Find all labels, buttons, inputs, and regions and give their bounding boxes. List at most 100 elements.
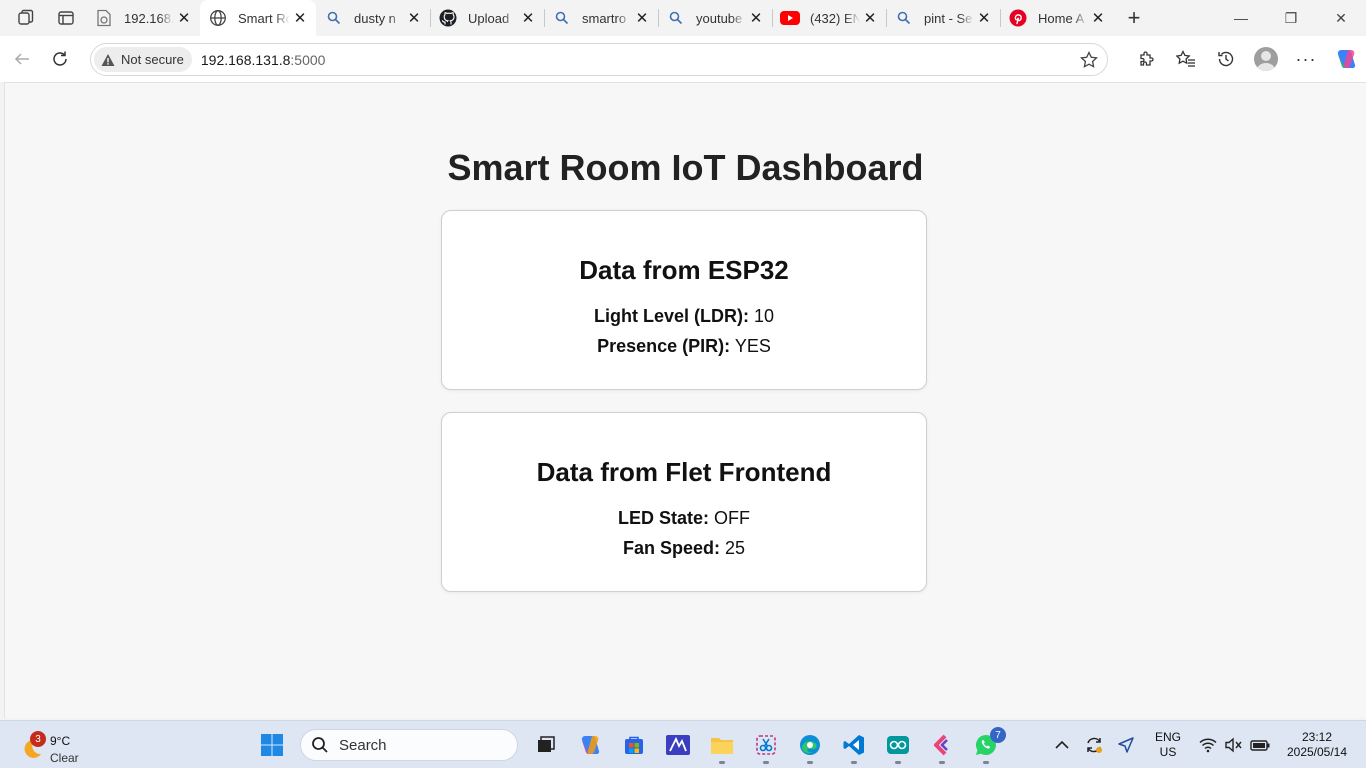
chevron-up-icon[interactable] [1046, 725, 1078, 765]
edge-browser-icon[interactable] [788, 725, 832, 765]
weather-widget[interactable]: 3 9°C Clear [18, 727, 88, 765]
whatsapp-badge: 7 [990, 727, 1006, 743]
clock-time: 23:12 [1301, 730, 1333, 744]
address-bar[interactable]: Not secure 192.168.131.8:5000 [90, 43, 1108, 76]
vertical-tabs-icon[interactable] [46, 0, 86, 36]
tab[interactable]: smartro ✕ [544, 0, 658, 36]
tab-title: youtube [696, 10, 743, 26]
tab[interactable]: youtube ✕ [658, 0, 772, 36]
favorites-icon[interactable] [1166, 40, 1206, 78]
clock-date: 2025/05/14 [1286, 745, 1348, 759]
row-label: LED State: [617, 508, 709, 528]
flet-frontend-card: Data from Flet Frontend LED State: OFF F… [441, 412, 927, 592]
tab[interactable]: 192.168. ✕ [86, 0, 200, 36]
location-arrow-icon[interactable] [1110, 725, 1142, 765]
toolbar-right: ··· [1126, 40, 1366, 78]
start-button[interactable] [250, 725, 294, 765]
history-icon[interactable] [1206, 40, 1246, 78]
microsoft-store-icon[interactable] [612, 725, 656, 765]
taskbar-apps: Search 7 [250, 725, 1008, 765]
system-tray: ENG US 23:12 2025/05/14 [1046, 721, 1366, 768]
light-level-row: Light Level (LDR): 10 [442, 306, 926, 326]
flet-app-icon[interactable] [920, 725, 964, 765]
close-icon[interactable]: ✕ [174, 8, 194, 28]
url-text[interactable]: 192.168.131.8:5000 [201, 52, 326, 68]
weather-condition: Clear [50, 751, 79, 765]
arduino-icon[interactable] [876, 725, 920, 765]
close-window-icon[interactable]: ✕ [1316, 0, 1366, 36]
close-icon[interactable]: ✕ [860, 8, 880, 28]
led-state-row: LED State: OFF [442, 508, 926, 528]
avatar-icon [1254, 47, 1278, 71]
language-indicator[interactable]: ENG US [1142, 730, 1194, 760]
close-icon[interactable]: ✕ [1088, 8, 1108, 28]
tab[interactable]: (432) EN ✕ [772, 0, 886, 36]
close-icon[interactable]: ✕ [290, 8, 310, 28]
tab-strip: 192.168. ✕ Smart Ro ✕ dusty n ✕ Upload ✕… [0, 0, 1366, 36]
back-icon[interactable] [3, 40, 41, 78]
page-viewport: Smart Room IoT Dashboard Data from ESP32… [4, 82, 1366, 718]
running-indicator [851, 761, 857, 764]
editor-app-icon[interactable] [656, 725, 700, 765]
esp32-card: Data from ESP32 Light Level (LDR): 10 Pr… [441, 210, 927, 390]
tab[interactable]: pint - Se ✕ [886, 0, 1000, 36]
led-state-value: OFF [714, 508, 751, 528]
restore-icon[interactable]: ❐ [1266, 0, 1316, 36]
security-label: Not secure [121, 52, 184, 67]
extensions-icon[interactable] [1126, 40, 1166, 78]
running-indicator [895, 761, 901, 764]
fan-speed-row: Fan Speed: 25 [442, 538, 926, 558]
windows-taskbar: 3 9°C Clear Search 7 ENG US 23:12 2025/0… [0, 720, 1366, 768]
close-icon[interactable]: ✕ [632, 8, 652, 28]
region-code: US [1159, 745, 1177, 759]
minimize-icon[interactable]: — [1216, 0, 1266, 36]
whatsapp-icon[interactable]: 7 [964, 725, 1008, 765]
weather-badge: 3 [30, 731, 46, 747]
search-icon [312, 737, 328, 753]
browser-toolbar: Not secure 192.168.131.8:5000 ··· [0, 36, 1366, 82]
tab-title: Home A [1038, 10, 1085, 26]
favorite-star-icon[interactable] [1079, 50, 1099, 70]
copilot-taskbar-icon[interactable] [568, 725, 612, 765]
system-clock[interactable]: 23:12 2025/05/14 [1274, 730, 1360, 760]
wifi-icon[interactable] [1194, 725, 1222, 765]
row-label: Light Level (LDR): [593, 306, 749, 326]
refresh-icon[interactable] [41, 40, 79, 78]
tab[interactable]: dusty n ✕ [316, 0, 430, 36]
search-icon [552, 8, 572, 28]
snipping-tool-icon[interactable] [744, 725, 788, 765]
presence-value: YES [734, 336, 771, 356]
workspaces-icon[interactable] [6, 0, 46, 36]
sync-icon[interactable] [1078, 725, 1110, 765]
row-label: Fan Speed: [622, 538, 720, 558]
fan-speed-value: 25 [725, 538, 746, 558]
presence-row: Presence (PIR): YES [442, 336, 926, 356]
copilot-icon[interactable] [1326, 40, 1366, 78]
tab[interactable]: Home A ✕ [1000, 0, 1114, 36]
warning-icon [101, 53, 115, 66]
url-host: 192.168.131.8 [200, 51, 291, 68]
battery-icon[interactable] [1246, 725, 1274, 765]
vscode-icon[interactable] [832, 725, 876, 765]
more-options-icon[interactable]: ··· [1286, 40, 1326, 78]
temperature: 9°C [50, 734, 71, 748]
globe-icon [208, 8, 228, 28]
running-indicator [983, 761, 989, 764]
taskbar-search[interactable]: Search [300, 729, 518, 761]
document-icon [94, 8, 114, 28]
volume-muted-icon[interactable] [1222, 725, 1246, 765]
task-view-icon[interactable] [524, 725, 568, 765]
card-heading: Data from ESP32 [579, 255, 789, 285]
profile-avatar[interactable] [1246, 40, 1286, 78]
running-indicator [763, 761, 769, 764]
tab[interactable]: Upload ✕ [430, 0, 544, 36]
tab-active[interactable]: Smart Ro ✕ [200, 0, 316, 36]
close-icon[interactable]: ✕ [746, 8, 766, 28]
security-indicator[interactable]: Not secure [94, 47, 192, 72]
file-explorer-icon[interactable] [700, 725, 744, 765]
close-icon[interactable]: ✕ [974, 8, 994, 28]
close-icon[interactable]: ✕ [404, 8, 424, 28]
close-icon[interactable]: ✕ [518, 8, 538, 28]
card-heading: Data from Flet Frontend [536, 457, 832, 487]
new-tab-button[interactable]: + [1116, 0, 1152, 36]
